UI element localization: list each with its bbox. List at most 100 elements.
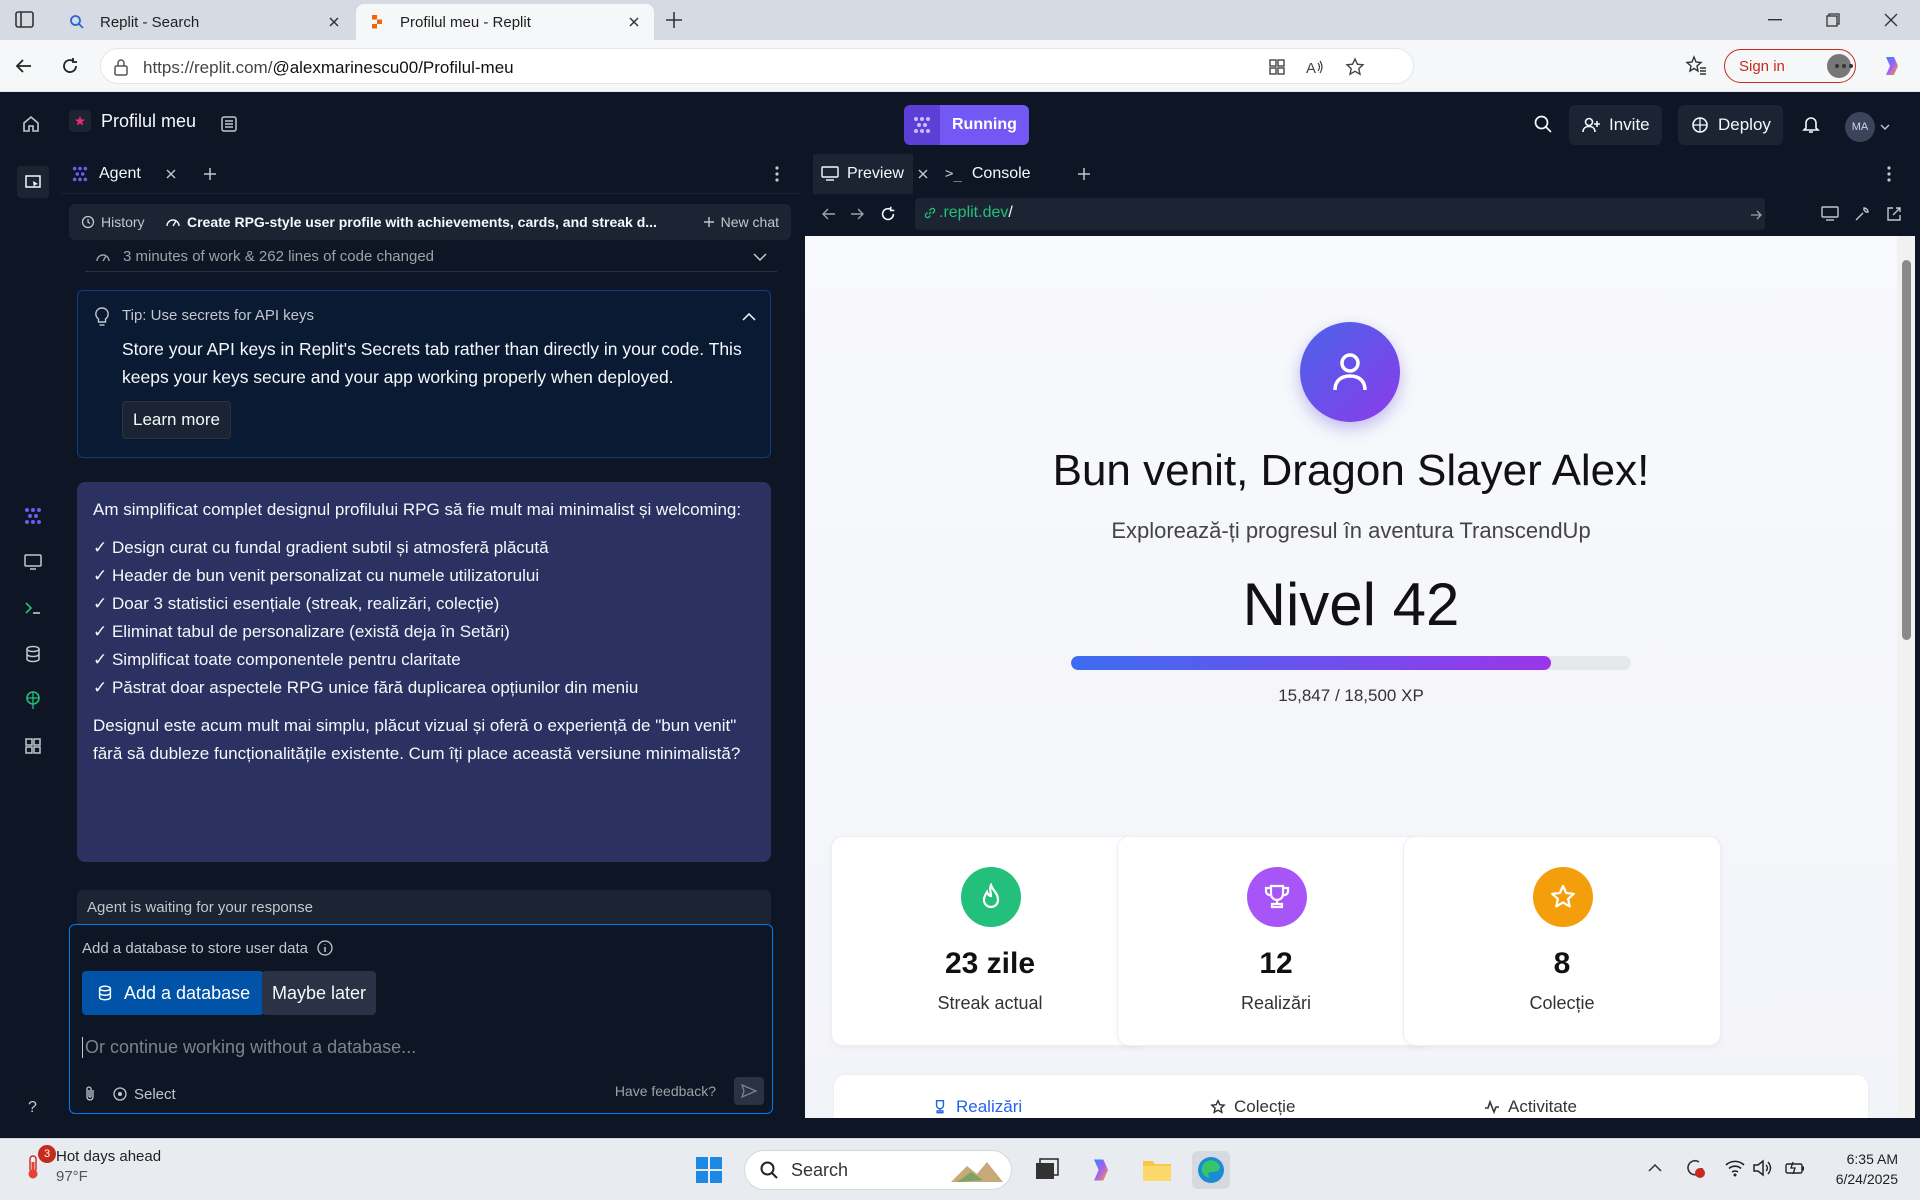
copilot-icon[interactable] [1880, 54, 1904, 78]
more-options-icon[interactable] [1832, 54, 1856, 78]
wifi-icon[interactable] [1724, 1157, 1746, 1179]
app-available-icon[interactable] [1267, 57, 1287, 77]
trophy-icon [1247, 867, 1307, 927]
preview-tool-icon[interactable] [21, 550, 45, 574]
show-hidden-icons-chevron-icon[interactable] [1644, 1157, 1666, 1179]
search-icon [760, 1161, 778, 1179]
new-chat-button[interactable]: New chat [703, 214, 779, 230]
tab-collection[interactable]: Colecție [1210, 1097, 1295, 1117]
send-button[interactable] [734, 1077, 764, 1105]
copilot-taskbar-icon[interactable] [1084, 1153, 1118, 1187]
learn-more-label: Learn more [133, 410, 220, 429]
tab-preview[interactable]: Preview [813, 154, 913, 194]
stat-value: 8 [1553, 947, 1571, 980]
open-url-arrow-icon[interactable] [1749, 208, 1763, 222]
feedback-link[interactable]: Have feedback? [615, 1083, 716, 1099]
minimize-icon[interactable] [1748, 0, 1802, 40]
tab-achievements[interactable]: Realizări [932, 1097, 1022, 1117]
deployments-tool-icon[interactable] [21, 688, 45, 712]
tab-activity[interactable]: Activitate [1484, 1097, 1577, 1117]
weather-widget[interactable]: 3 Hot days ahead 97°F [22, 1145, 162, 1187]
preview-scrollbar[interactable] [1897, 236, 1915, 1118]
add-tab-icon[interactable] [203, 154, 217, 194]
battery-icon[interactable] [1784, 1157, 1806, 1179]
database-tool-icon[interactable] [21, 642, 45, 666]
new-tab-icon[interactable] [664, 10, 684, 30]
add-database-button[interactable]: Add a database [82, 971, 265, 1015]
search-icon[interactable] [1531, 112, 1555, 136]
tab-console[interactable]: >_ Console [945, 154, 1031, 194]
file-explorer-icon[interactable] [1140, 1153, 1174, 1187]
weather-title: Hot days ahead [56, 1148, 162, 1165]
read-aloud-icon[interactable]: A [1305, 57, 1325, 77]
deploy-button[interactable]: Deploy [1678, 105, 1783, 145]
edge-browser-icon[interactable] [1192, 1151, 1230, 1189]
project-files-icon[interactable] [217, 112, 241, 136]
devtools-wrench-icon[interactable] [1853, 205, 1871, 223]
restore-icon[interactable] [1806, 0, 1860, 40]
sync-alert-icon[interactable] [1684, 1157, 1706, 1179]
address-bar[interactable]: https://replit.com/@alexmarinescu00/Prof… [100, 48, 1414, 84]
favorite-star-icon[interactable] [1345, 57, 1365, 77]
reload-icon[interactable] [879, 205, 897, 223]
project-name[interactable]: Profilul meu [69, 110, 196, 132]
chevron-down-icon[interactable] [1879, 122, 1891, 132]
select-button[interactable]: Select [112, 1086, 176, 1103]
device-icon[interactable] [1821, 205, 1839, 223]
new-tab-pane-icon[interactable] [17, 166, 49, 198]
windows-start-icon[interactable] [694, 1155, 724, 1185]
info-icon[interactable] [316, 939, 334, 957]
forward-icon[interactable] [849, 206, 865, 222]
agent-tool-icon[interactable] [21, 504, 45, 528]
preview-url-input[interactable] [915, 198, 1765, 230]
panel-menu-icon[interactable] [1887, 154, 1891, 194]
task-view-icon[interactable] [1030, 1153, 1064, 1187]
browser-tab-replit[interactable]: Profilul meu - Replit [356, 4, 654, 40]
notifications-bell-icon[interactable] [1799, 112, 1823, 136]
back-icon[interactable] [12, 54, 36, 78]
help-icon[interactable]: ? [21, 1094, 45, 1118]
maybe-later-button[interactable]: Maybe later [262, 971, 377, 1015]
favorites-icon[interactable] [1684, 54, 1708, 78]
shell-tool-icon[interactable] [21, 596, 45, 620]
close-window-icon[interactable] [1864, 0, 1918, 40]
system-clock[interactable]: 6:35 AM 6/24/2025 [1836, 1149, 1898, 1189]
chat-title[interactable]: Create RPG-style user profile with achie… [165, 214, 685, 230]
taskbar-search[interactable]: Search [744, 1150, 1012, 1190]
chevron-up-icon[interactable] [742, 313, 756, 321]
close-tab-icon[interactable] [326, 14, 342, 30]
close-tab-icon[interactable] [626, 14, 642, 30]
open-new-window-icon[interactable] [1885, 205, 1903, 223]
history-label: History [101, 214, 145, 230]
back-icon[interactable] [821, 206, 837, 222]
add-tab-icon[interactable] [1077, 154, 1091, 194]
attach-icon[interactable] [82, 1085, 98, 1103]
volume-icon[interactable] [1752, 1157, 1774, 1179]
maybe-later-label: Maybe later [272, 982, 367, 1003]
chat-input-box[interactable]: Add a database to store user data Add a … [69, 924, 773, 1114]
reload-icon[interactable] [58, 54, 82, 78]
tab-agent[interactable]: Agent [71, 154, 141, 194]
url-host: .replit.dev [939, 204, 1009, 221]
stat-label: Realizări [1240, 993, 1312, 1013]
learn-more-button[interactable]: Learn more [122, 401, 231, 439]
tip-card: Tip: Use secrets for API keys Store your… [77, 290, 771, 458]
home-icon[interactable] [19, 112, 43, 136]
user-avatar[interactable]: MA [1845, 112, 1875, 142]
close-tab-icon[interactable] [165, 154, 177, 194]
message-list-item: ✓ Design curat cu fundal gradient subtil… [93, 538, 549, 557]
avatar-initials: MA [1851, 121, 1869, 133]
message-list: ✓ Design curat cu fundal gradient subtil… [93, 534, 755, 702]
scrollbar-thumb[interactable] [1902, 260, 1911, 640]
panel-menu-icon[interactable] [775, 154, 779, 194]
close-tab-icon[interactable] [917, 154, 929, 194]
chat-input[interactable]: Or continue working without a database..… [82, 1037, 416, 1058]
all-tools-grid-icon[interactable] [21, 734, 45, 758]
tab-actions-icon[interactable] [14, 10, 36, 30]
browser-tab-search[interactable]: Replit - Search [56, 4, 354, 40]
tool-rail: ? [5, 154, 61, 1138]
invite-button[interactable]: Invite [1569, 105, 1662, 145]
run-status-button[interactable]: Running [904, 105, 1029, 145]
work-summary[interactable]: 3 minutes of work & 262 lines of code ch… [85, 242, 777, 272]
history-button[interactable]: History [81, 214, 145, 230]
